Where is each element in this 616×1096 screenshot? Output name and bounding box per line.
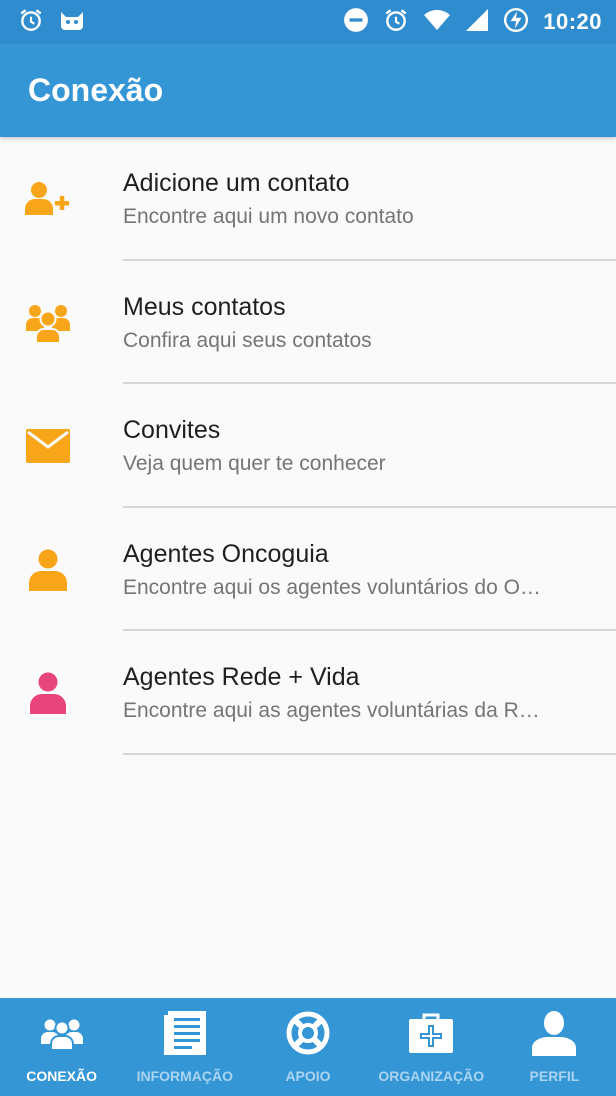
divider bbox=[123, 752, 616, 755]
bottom-navigation: CONEXÃO INFORMAÇÃO APOIO ORGANIZAÇÃO PER… bbox=[0, 998, 616, 1096]
list-item-invites[interactable]: Convites Veja quem quer te conhecer bbox=[0, 384, 616, 508]
do-not-disturb-icon bbox=[343, 7, 369, 38]
list-item-subtitle: Encontre aqui as agentes voluntárias da … bbox=[123, 699, 540, 722]
alarm-icon bbox=[383, 7, 409, 38]
nav-label: APOIO bbox=[285, 1068, 331, 1084]
status-time: 10:20 bbox=[543, 9, 602, 34]
nav-item-informacao[interactable]: INFORMAÇÃO bbox=[123, 998, 246, 1096]
list-item-title: Adicione um contato bbox=[123, 169, 350, 197]
medical-kit-icon bbox=[409, 1010, 454, 1056]
list-item-subtitle: Encontre aqui os agentes voluntários do … bbox=[123, 575, 541, 599]
list-item-add-contact[interactable]: Adicione um contato Encontre aqui um nov… bbox=[0, 137, 616, 261]
nav-label: CONEXÃO bbox=[26, 1068, 97, 1084]
status-left bbox=[18, 7, 86, 38]
envelope-icon bbox=[24, 426, 72, 466]
wifi-icon bbox=[423, 8, 451, 37]
nav-item-apoio[interactable]: APOIO bbox=[246, 998, 369, 1096]
list-item-agentes-rede-vida[interactable]: Agentes Rede + Vida Encontre aqui as age… bbox=[0, 631, 616, 755]
alarm-icon bbox=[18, 7, 44, 38]
list-item-subtitle: Encontre aqui um novo contato bbox=[123, 205, 414, 228]
nav-item-conexao[interactable]: CONEXÃO bbox=[0, 998, 123, 1096]
list-item-subtitle: Confira aqui seus contatos bbox=[123, 328, 372, 352]
connection-list: Adicione um contato Encontre aqui um nov… bbox=[0, 137, 616, 755]
nav-label: PERFIL bbox=[529, 1068, 580, 1084]
person-icon bbox=[532, 1010, 577, 1056]
person-icon bbox=[24, 672, 72, 714]
app-bar: Conexão bbox=[0, 44, 616, 137]
nav-label: ORGANIZAÇÃO bbox=[378, 1068, 485, 1084]
status-bar: 10:20 bbox=[0, 0, 616, 44]
nav-item-perfil[interactable]: PERFIL bbox=[493, 998, 616, 1096]
list-item-agentes-oncoguia[interactable]: Agentes Oncoguia Encontre aqui os agente… bbox=[0, 508, 616, 631]
status-right: 10:20 bbox=[343, 7, 602, 38]
add-contact-icon bbox=[24, 179, 72, 219]
nav-item-organizacao[interactable]: ORGANIZAÇÃO bbox=[370, 998, 493, 1096]
group-icon bbox=[24, 303, 72, 343]
person-icon bbox=[24, 549, 72, 591]
list-item-title: Agentes Rede + Vida bbox=[123, 663, 360, 691]
signal-icon bbox=[465, 8, 489, 37]
list-item-title: Convites bbox=[123, 416, 221, 444]
list-item-subtitle: Veja quem quer te conhecer bbox=[123, 452, 386, 475]
page-title: Conexão bbox=[28, 72, 164, 108]
list-item-title: Agentes Oncoguia bbox=[123, 539, 329, 568]
cat-icon bbox=[58, 7, 86, 38]
battery-charging-icon bbox=[503, 7, 529, 38]
people-icon bbox=[40, 1010, 84, 1056]
document-icon bbox=[163, 1010, 206, 1056]
nav-label: INFORMAÇÃO bbox=[136, 1068, 234, 1084]
lifebuoy-icon bbox=[286, 1010, 330, 1056]
list-item-title: Meus contatos bbox=[123, 292, 286, 321]
list-item-my-contacts[interactable]: Meus contatos Confira aqui seus contatos bbox=[0, 261, 616, 384]
